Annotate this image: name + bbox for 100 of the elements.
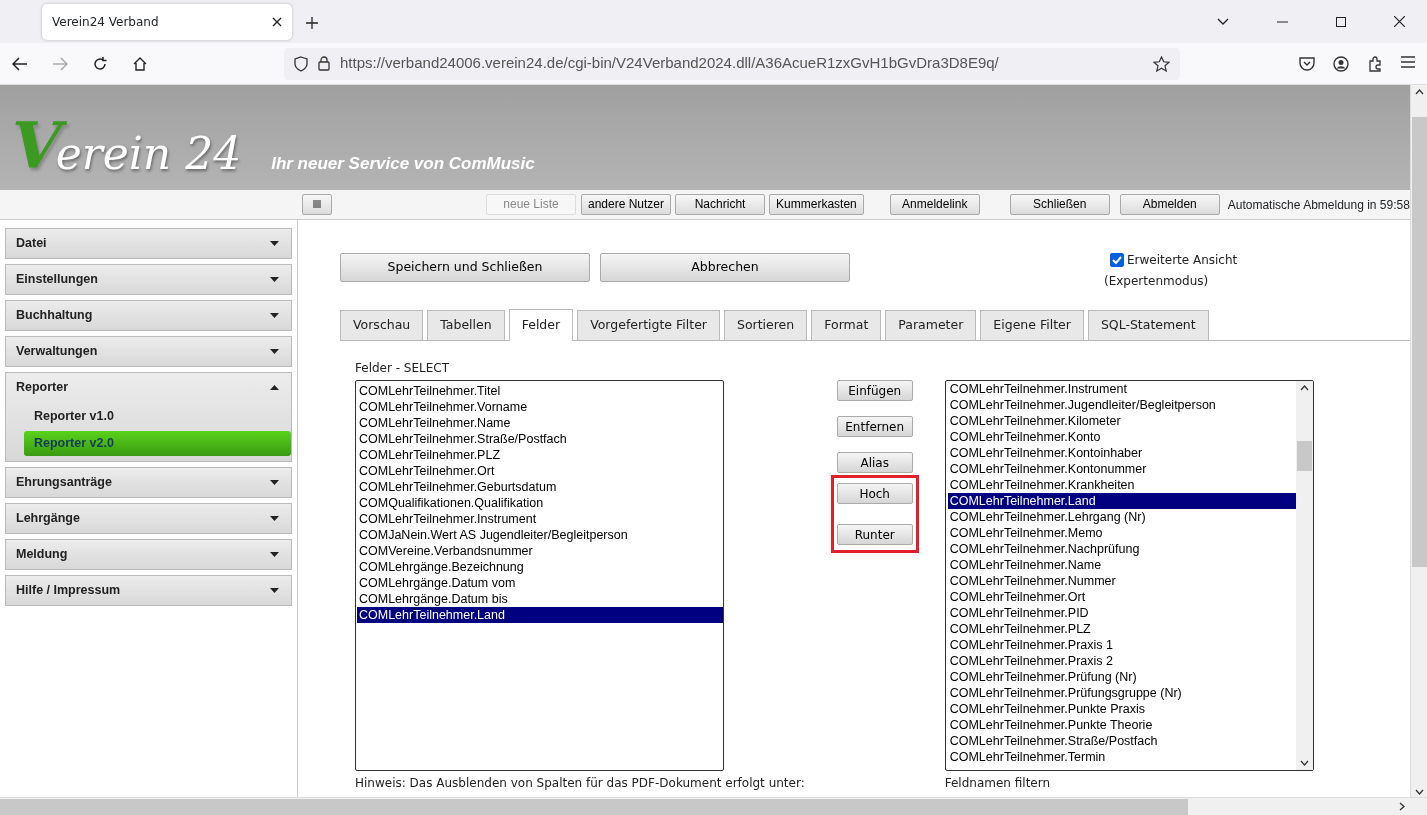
list-item[interactable]: COMLehrTeilnehmer.Name: [357, 415, 723, 431]
list-item[interactable]: COMLehrTeilnehmer.Kontonummer: [947, 461, 1296, 477]
scroll-up-icon[interactable]: [1299, 385, 1309, 391]
close-icon[interactable]: [1394, 16, 1405, 27]
list-item[interactable]: COMLehrTeilnehmer.Instrument: [947, 381, 1296, 397]
toolbar-button[interactable]: Nachricht: [675, 194, 766, 215]
list-item[interactable]: COMLehrTeilnehmer.Vorname: [357, 399, 723, 415]
list-item[interactable]: COMLehrTeilnehmer.Memo: [947, 525, 1296, 541]
lock-icon[interactable]: [318, 56, 330, 71]
sidebar-subitem[interactable]: Reporter v1.0: [24, 404, 291, 429]
extensions-icon[interactable]: [1367, 55, 1383, 72]
move-button[interactable]: Alias: [836, 452, 913, 473]
list-item[interactable]: COMLehrTeilnehmer.Praxis 2: [947, 653, 1296, 669]
available-fields-list[interactable]: [944, 380, 1314, 771]
list-item[interactable]: COMLehrTeilnehmer.Krankheiten: [947, 477, 1296, 493]
list-item[interactable]: COMLehrTeilnehmer.Prüfung (Nr): [947, 669, 1296, 685]
close-icon[interactable]: [272, 17, 282, 27]
menu-icon[interactable]: [1401, 55, 1415, 68]
list-item[interactable]: COMLehrTeilnehmer.Nachprüfung: [947, 541, 1296, 557]
sidebar-item[interactable]: Einstellungen: [6, 265, 291, 294]
list-item[interactable]: COMLehrTeilnehmer.Straße/Postfach: [357, 431, 723, 447]
list-item[interactable]: COMLehrgänge.Datum vom: [357, 575, 723, 591]
sidebar-item[interactable]: Lehrgänge: [6, 503, 291, 533]
toolbar-button[interactable]: Anmeldelink: [889, 194, 980, 215]
list-item[interactable]: COMLehrTeilnehmer.Jugendleiter/Begleitperson: [947, 397, 1296, 413]
tab[interactable]: Eigene Filter: [980, 310, 1084, 340]
tab[interactable]: Format: [811, 310, 882, 340]
tab[interactable]: Felder: [508, 309, 574, 341]
tab[interactable]: Vorgefertigte Filter: [577, 310, 720, 340]
list-item[interactable]: COMLehrTeilnehmer.Punkte Praxis: [947, 701, 1296, 717]
sidebar-item[interactable]: Buchhaltung: [6, 301, 291, 330]
scroll-down-icon[interactable]: [1299, 760, 1309, 766]
sidebar-item[interactable]: Hilfe / Impressum: [6, 575, 291, 605]
list-item[interactable]: COMLehrTeilnehmer.PLZ: [947, 621, 1296, 637]
list-item[interactable]: COMLehrTeilnehmer.Ort: [947, 589, 1296, 605]
toolbar-button[interactable]: Schließen: [1009, 194, 1110, 215]
sidebar-item[interactable]: Reporter: [6, 373, 291, 402]
list-item[interactable]: COMLehrTeilnehmer.Konto: [947, 429, 1296, 445]
tab[interactable]: Tabellen: [427, 310, 505, 340]
list-item[interactable]: COMQualifikationen.Qualifikation: [357, 495, 723, 511]
list-item[interactable]: COMLehrTeilnehmer.Straße/Postfach: [947, 733, 1296, 749]
list-item[interactable]: COMLehrTeilnehmer.Instrument: [357, 511, 723, 527]
selected-fields-list[interactable]: [355, 380, 724, 771]
sidebar-item[interactable]: Datei: [6, 229, 291, 258]
list-item[interactable]: COMLehrTeilnehmer.Praxis 1: [947, 637, 1296, 653]
tab[interactable]: SQL-Statement: [1087, 310, 1209, 340]
list-item[interactable]: COMLehrTeilnehmer.Nummer: [947, 573, 1296, 589]
scrollbar-thumb[interactable]: [0, 798, 1188, 815]
reload-icon[interactable]: [92, 55, 108, 72]
list-item[interactable]: COMLehrTeilnehmer.Name: [947, 557, 1296, 573]
list-item[interactable]: COMLehrTeilnehmer.Punkte Theorie: [947, 717, 1296, 733]
list-item[interactable]: COMLehrgänge.Datum bis: [357, 591, 723, 607]
home-icon[interactable]: [132, 55, 148, 72]
back-icon[interactable]: [12, 56, 28, 71]
sidebar-item[interactable]: Verwaltungen: [6, 337, 291, 366]
scroll-up-icon[interactable]: [1414, 89, 1424, 95]
scrollbar-thumb[interactable]: [1296, 440, 1312, 471]
scrollbar-thumb[interactable]: [1411, 117, 1427, 567]
new-tab-icon[interactable]: [306, 17, 318, 29]
cancel-button[interactable]: Abbrechen: [600, 253, 850, 282]
move-button[interactable]: Einfügen: [836, 380, 913, 401]
sidebar-item[interactable]: Meldung: [6, 539, 291, 569]
list-item[interactable]: COMLehrTeilnehmer.Lehrgang (Nr): [947, 509, 1296, 525]
star-icon[interactable]: [1153, 55, 1170, 72]
shield-icon[interactable]: [294, 55, 308, 72]
list-item[interactable]: COMLehrTeilnehmer.PID: [947, 605, 1296, 621]
list-item[interactable]: COMLehrTeilnehmer.Termin: [947, 749, 1296, 765]
sidebar-item[interactable]: Ehrungsanträge: [6, 467, 291, 497]
maximize-icon[interactable]: [1336, 16, 1346, 27]
move-button[interactable]: Hoch: [836, 483, 913, 504]
address-bar[interactable]: https://verband24006.verein24.de/cgi-bin/V24Verband2024.dll/A36AcueR1zxGvH1bGvDra3D8E9q/: [284, 47, 1180, 80]
move-button[interactable]: Runter: [836, 524, 913, 545]
toolbar-button[interactable]: Abmelden: [1119, 194, 1220, 215]
tab[interactable]: Sortieren: [723, 310, 808, 340]
tab[interactable]: Vorschau: [340, 310, 424, 340]
list-item[interactable]: COMLehrTeilnehmer.Ort: [357, 463, 723, 479]
save-and-close-button[interactable]: Speichern und Schließen: [340, 253, 590, 282]
list-item[interactable]: COMLehrTeilnehmer.Kilometer: [947, 413, 1296, 429]
move-button[interactable]: Entfernen: [836, 416, 913, 437]
pocket-icon[interactable]: [1299, 55, 1315, 71]
list-item[interactable]: COMLehrTeilnehmer.Titel: [357, 383, 723, 399]
list-item[interactable]: COMLehrTeilnehmer.Land: [357, 607, 723, 623]
chevron-down-icon[interactable]: [1217, 17, 1229, 26]
list-item[interactable]: COMLehrgänge.Bezeichnung: [357, 559, 723, 575]
list-item[interactable]: COMJaNein.Wert AS Jugendleiter/Begleitperson: [357, 527, 723, 543]
account-icon[interactable]: [1333, 55, 1349, 72]
list-item[interactable]: COMVereine.Verbandsnummer: [357, 543, 723, 559]
scroll-down-icon[interactable]: [1414, 789, 1424, 795]
toolbar-button[interactable]: Kummerkasten: [769, 194, 864, 215]
scroll-right-icon[interactable]: [1399, 802, 1405, 811]
list-item[interactable]: COMLehrTeilnehmer.Geburtsdatum: [357, 479, 723, 495]
list-item[interactable]: COMLehrTeilnehmer.Land: [947, 493, 1296, 509]
list-item[interactable]: COMLehrTeilnehmer.PLZ: [357, 447, 723, 463]
toolbar-button[interactable]: andere Nutzer: [581, 194, 672, 215]
list-button[interactable]: [302, 194, 332, 215]
list-item[interactable]: COMLehrTeilnehmer.Kontoinhaber: [947, 445, 1296, 461]
minimize-icon[interactable]: [1277, 20, 1288, 23]
list-item[interactable]: COMLehrTeilnehmer.Prüfungsgruppe (Nr): [947, 685, 1296, 701]
checkbox[interactable]: [1110, 253, 1124, 267]
browser-tab[interactable]: Verein24 Verband: [42, 4, 292, 40]
